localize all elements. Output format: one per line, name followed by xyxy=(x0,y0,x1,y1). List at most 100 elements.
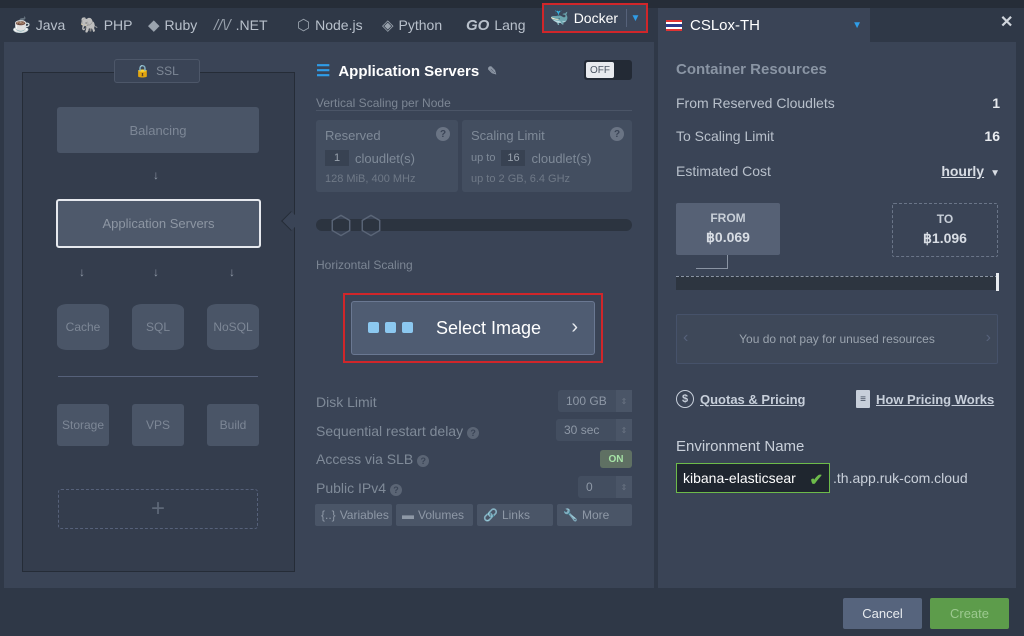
tab-ruby[interactable]: ◆ Ruby xyxy=(148,8,197,42)
tab-go[interactable]: GO Lang xyxy=(466,8,526,42)
cost-label: Estimated Cost xyxy=(676,163,771,179)
stepper-icon[interactable]: ⇕ xyxy=(616,476,632,498)
reserved-handle-icon[interactable]: ⬡ xyxy=(328,212,354,238)
environment-name-input[interactable]: kibana-elasticsear ✔ xyxy=(676,463,830,493)
limit-prefix: up to xyxy=(471,152,496,164)
slb-text: Access via SLB xyxy=(316,451,414,467)
toggle-label: OFF xyxy=(586,62,614,78)
cost-range-bar xyxy=(676,276,998,290)
quotas-link-label: Quotas & Pricing xyxy=(700,391,806,407)
tab-java[interactable]: ☕ Java xyxy=(12,8,65,42)
period-dropdown[interactable]: hourly ▼ xyxy=(941,163,1000,179)
restart-delay-field[interactable]: 30 sec ⇕ xyxy=(556,419,632,441)
variables-button[interactable]: {..} Variables xyxy=(315,504,392,526)
reserved-row: From Reserved Cloudlets 1 xyxy=(676,95,1000,111)
php-elephant-icon: 🐘 xyxy=(80,17,99,34)
quotas-pricing-link[interactable]: $ Quotas & Pricing xyxy=(676,390,805,408)
help-icon[interactable]: ? xyxy=(610,127,624,141)
region-selector[interactable]: CSLox-TH ▼ xyxy=(658,8,870,42)
limit-handle-icon[interactable]: ⬡ xyxy=(358,212,384,238)
tab-label: Lang xyxy=(494,17,526,33)
node-vps[interactable]: VPS xyxy=(132,404,184,446)
from-label: FROM xyxy=(710,211,746,225)
help-icon[interactable]: ? xyxy=(417,455,430,467)
divider xyxy=(316,110,632,111)
volumes-label: Volumes xyxy=(418,508,465,522)
ssl-toggle[interactable]: 🔒 SSL xyxy=(114,59,200,83)
limit-stepper[interactable]: 16 xyxy=(501,150,526,166)
close-icon[interactable]: ✕ xyxy=(1000,12,1013,32)
reserved-box: Reserved ? 1 cloudlet(s) 128 MiB, 400 MH… xyxy=(316,120,458,192)
stepper-icon[interactable]: ⇕ xyxy=(616,390,632,412)
chevron-left-icon[interactable]: ‹ xyxy=(683,329,688,347)
reserved-unit: cloudlet(s) xyxy=(355,150,415,166)
ssl-label: SSL xyxy=(156,64,179,78)
restart-delay-label: Sequential restart delay? xyxy=(316,423,480,439)
disk-limit-field[interactable]: 100 GB ⇕ xyxy=(558,390,632,412)
ipv4-field[interactable]: 0 ⇕ xyxy=(578,476,632,498)
node-cache[interactable]: Cache xyxy=(57,304,109,350)
ipv4-value: 0 xyxy=(586,480,593,494)
java-icon: ☕ xyxy=(12,17,31,34)
period-value: hourly xyxy=(941,163,985,179)
limit-row: To Scaling Limit 16 xyxy=(676,128,1000,144)
limit-row-value: 16 xyxy=(984,128,1000,144)
chevron-down-icon: ▼ xyxy=(852,20,862,31)
tab-php[interactable]: 🐘 PHP xyxy=(80,8,132,42)
reserved-stepper[interactable]: 1 xyxy=(325,150,349,166)
cancel-button[interactable]: Cancel xyxy=(843,598,922,629)
arrow-down-icon: ↓ xyxy=(153,168,159,182)
help-icon[interactable]: ? xyxy=(436,127,450,141)
slb-label: Access via SLB? xyxy=(316,451,430,467)
folder-icon: ▬ xyxy=(402,508,414,522)
slb-toggle[interactable]: ON xyxy=(600,450,632,468)
arrow-down-icon: ↓ xyxy=(153,265,159,279)
stepper-icon[interactable]: ⇕ xyxy=(616,419,632,441)
help-icon[interactable]: ? xyxy=(390,484,403,496)
tab-label: PHP xyxy=(103,17,133,33)
more-button[interactable]: 🔧 More xyxy=(557,504,632,526)
node-sql[interactable]: SQL xyxy=(132,304,184,350)
unused-note: You do not pay for unused resources xyxy=(739,332,935,346)
add-node-button[interactable]: + xyxy=(58,489,258,529)
chevron-right-icon[interactable]: › xyxy=(986,329,991,347)
horizontal-scaling-label: Horizontal Scaling xyxy=(316,258,413,272)
chevron-down-icon[interactable]: ▼ xyxy=(626,9,644,27)
layer-toggle[interactable]: OFF xyxy=(584,60,632,80)
tab-nodejs[interactable]: ⬡ Node.js xyxy=(297,8,363,42)
node-storage[interactable]: Storage xyxy=(57,404,109,446)
tab-docker[interactable]: 🐳 Docker ▼ xyxy=(542,3,648,33)
reserved-title: Reserved xyxy=(325,128,381,143)
thailand-flag-icon xyxy=(666,19,682,31)
node-build[interactable]: Build xyxy=(207,404,259,446)
lock-icon: 🔒 xyxy=(135,64,151,78)
volumes-button[interactable]: ▬ Volumes xyxy=(396,504,473,526)
pencil-icon[interactable]: ✎ xyxy=(487,64,497,78)
help-icon[interactable]: ? xyxy=(467,427,480,439)
limit-row-label: To Scaling Limit xyxy=(676,128,775,144)
links-label: Links xyxy=(501,508,530,522)
divider xyxy=(58,376,258,377)
node-nosql[interactable]: NoSQL xyxy=(207,304,259,350)
dotnet-icon: //\/ xyxy=(214,16,231,34)
ruby-icon: ◆ xyxy=(148,17,160,34)
layer-title: ☰ Application Servers ✎ xyxy=(316,61,497,81)
tab-python[interactable]: ◈ Python xyxy=(382,8,442,42)
ipv4-text: Public IPv4 xyxy=(316,480,387,496)
disk-limit-label: Disk Limit xyxy=(316,394,377,410)
node-balancing[interactable]: Balancing xyxy=(57,107,259,153)
tab-label: .NET xyxy=(235,17,268,33)
docker-icon: 🐳 xyxy=(550,10,569,27)
create-button[interactable]: Create xyxy=(930,598,1009,629)
checkmark-icon: ✔ xyxy=(809,472,823,489)
tab-label: Docker xyxy=(573,10,619,26)
tab-dotnet[interactable]: //\/ .NET xyxy=(214,8,268,42)
braces-icon: {..} xyxy=(321,508,336,522)
node-application-servers[interactable]: Application Servers xyxy=(56,199,261,248)
scaling-limit-box: Scaling Limit ? up to 16 cloudlet(s) up … xyxy=(462,120,632,192)
link-icon: 🔗 xyxy=(483,508,498,522)
pricing-carousel: ‹ You do not pay for unused resources › xyxy=(676,314,998,364)
links-button[interactable]: 🔗 Links xyxy=(477,504,553,526)
select-image-button[interactable]: Select Image › xyxy=(351,301,595,355)
how-pricing-works-link[interactable]: ≡ How Pricing Works xyxy=(856,390,994,408)
